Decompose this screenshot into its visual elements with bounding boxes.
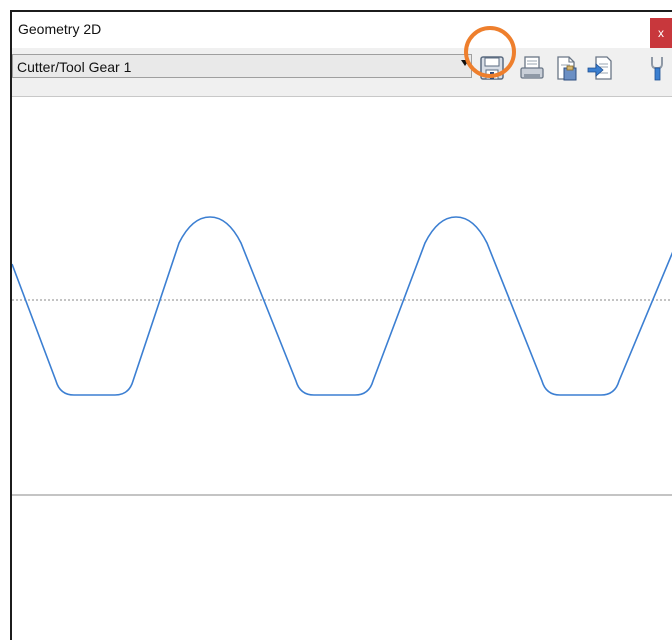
close-icon: x: [658, 26, 664, 40]
tool-button[interactable]: [644, 54, 672, 82]
geometry-plot: [12, 216, 672, 496]
toolbar: Cutter/Tool Gear 1: [12, 48, 672, 97]
clipboard-icon: [557, 56, 577, 81]
window-title: Geometry 2D: [18, 21, 102, 37]
print-button[interactable]: [518, 54, 546, 82]
geometry-2d-window: Geometry 2D x Cutter/Tool Gear 1: [10, 10, 672, 640]
tooth-profile-curve: [12, 216, 672, 396]
close-button[interactable]: x: [650, 18, 672, 48]
title-bar: Geometry 2D x: [12, 12, 672, 48]
print-icon: [520, 56, 544, 79]
gear-select-value: Cutter/Tool Gear 1: [17, 59, 132, 75]
wrench-icon: [651, 57, 663, 81]
clipboard-button[interactable]: [552, 54, 580, 82]
geometry-canvas[interactable]: [12, 97, 672, 640]
gear-select[interactable]: Cutter/Tool Gear 1: [12, 54, 472, 78]
export-button[interactable]: [586, 54, 614, 82]
export-icon: [587, 56, 612, 80]
chevron-down-icon[interactable]: [461, 60, 469, 66]
save-button[interactable]: [478, 54, 506, 82]
save-icon: [480, 56, 504, 80]
